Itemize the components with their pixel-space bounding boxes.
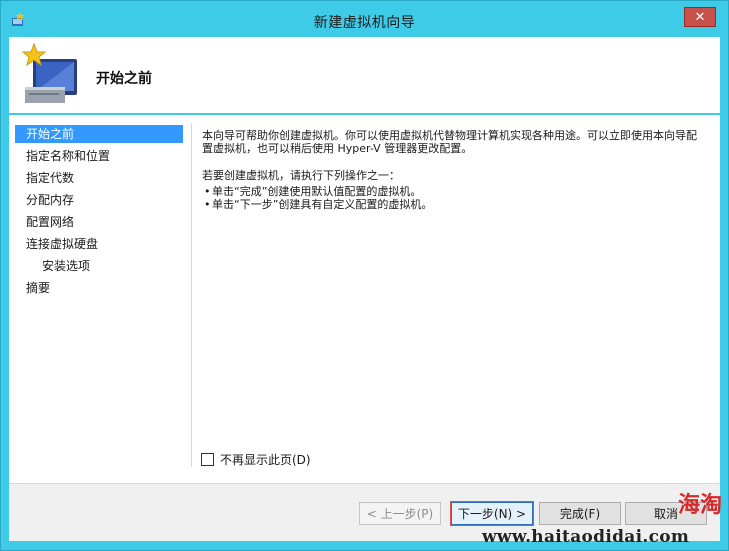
- wizard-body: 开始之前 指定名称和位置 指定代数 分配内存 配置网络 连接虚拟硬盘 安装选项 …: [9, 115, 720, 483]
- nav-divider: [191, 123, 192, 467]
- instruction-text: 若要创建虚拟机，请执行下列操作之一：: [202, 169, 400, 182]
- intro-text: 本向导可帮助你创建虚拟机。你可以使用虚拟机代替物理计算机实现各种用途。可以立即使…: [202, 129, 697, 155]
- previous-button[interactable]: < 上一步(P): [359, 502, 441, 525]
- dont-show-again-row[interactable]: 不再显示此页(D): [201, 451, 311, 468]
- nav-item-before-you-begin[interactable]: 开始之前: [15, 125, 183, 143]
- watermark-url: www.haitaodidai.com: [482, 527, 690, 547]
- next-button[interactable]: 下一步(N) >: [451, 502, 533, 525]
- window-title: 新建虚拟机向导: [313, 15, 416, 31]
- new-vm-wizard-icon: [21, 43, 77, 103]
- title-bar[interactable]: 新建虚拟机向导 ✕: [1, 1, 728, 37]
- dont-show-again-label[interactable]: 不再显示此页(D): [220, 451, 311, 468]
- close-button[interactable]: ✕: [684, 7, 716, 27]
- wizard-header: 开始之前: [9, 37, 720, 114]
- option-list: 单击“完成”创建使用默认值配置的虚拟机。 单击“下一步”创建具有自定义配置的虚拟…: [202, 185, 702, 211]
- dont-show-again-checkbox[interactable]: [201, 453, 214, 466]
- nav-item-name-location[interactable]: 指定名称和位置: [15, 147, 183, 165]
- content-panel: 本向导可帮助你创建虚拟机。你可以使用虚拟机代替物理计算机实现各种用途。可以立即使…: [202, 129, 702, 211]
- wizard-window: 新建虚拟机向导 ✕ 开始之前 开始之前 指定名称和位置 指定代数 分配内存 配置…: [0, 0, 729, 551]
- list-item: 单击“下一步”创建具有自定义配置的虚拟机。: [202, 198, 702, 211]
- nav-item-virtual-disk[interactable]: 连接虚拟硬盘: [15, 235, 183, 253]
- nav-item-summary[interactable]: 摘要: [15, 279, 183, 297]
- nav-item-generation[interactable]: 指定代数: [15, 169, 183, 187]
- step-navigation: 开始之前 指定名称和位置 指定代数 分配内存 配置网络 连接虚拟硬盘 安装选项 …: [13, 125, 187, 481]
- nav-item-memory[interactable]: 分配内存: [15, 191, 183, 209]
- page-title: 开始之前: [96, 71, 152, 87]
- finish-button[interactable]: 完成(F): [539, 502, 621, 525]
- list-item: 单击“完成”创建使用默认值配置的虚拟机。: [202, 185, 702, 198]
- close-icon: ✕: [694, 9, 706, 25]
- watermark-stamp: 海淘: [677, 492, 722, 518]
- nav-item-install-options[interactable]: 安装选项: [15, 257, 183, 275]
- nav-item-network[interactable]: 配置网络: [15, 213, 183, 231]
